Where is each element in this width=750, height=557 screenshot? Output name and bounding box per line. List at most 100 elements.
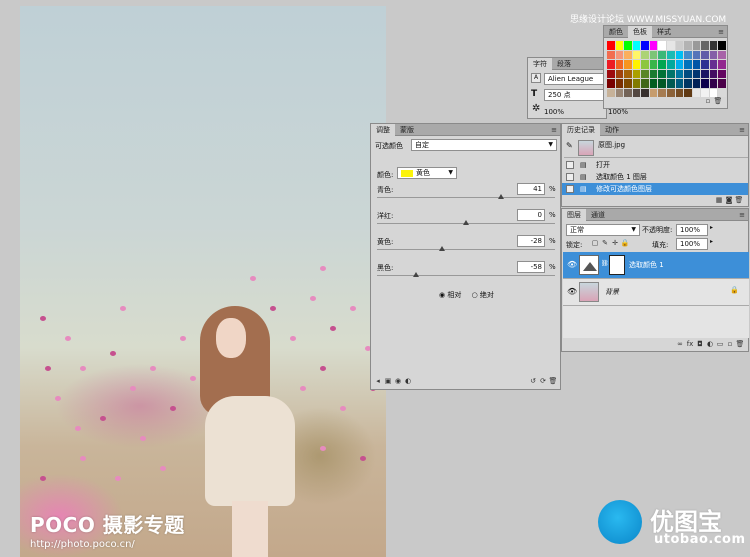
document-canvas[interactable]: POCO 摄影专题 http://photo.poco.cn/	[20, 6, 386, 557]
slider-value-field[interactable]: 41	[517, 183, 545, 195]
lock-all-icon[interactable]: 🔒	[620, 239, 630, 248]
swatch[interactable]	[607, 41, 615, 50]
lock-pixels-icon[interactable]: ✎	[600, 239, 610, 248]
swatch[interactable]	[692, 79, 701, 88]
history-state-checkbox[interactable]	[566, 161, 574, 169]
swatch[interactable]	[624, 60, 632, 69]
color-select[interactable]: 黄色 ▼	[397, 167, 457, 179]
tab-masks[interactable]: 蒙版	[395, 124, 419, 136]
fx-icon[interactable]: fx	[685, 340, 695, 349]
layer-row[interactable]: 👁 ⛓ 选取颜色 1	[563, 252, 749, 279]
swatch[interactable]	[709, 41, 718, 50]
swatch[interactable]	[624, 69, 632, 78]
swatch[interactable]	[667, 69, 675, 78]
delete-icon[interactable]: 🗑	[734, 196, 744, 205]
swatch[interactable]	[615, 69, 624, 78]
panel-menu-icon[interactable]: ≡	[551, 124, 557, 136]
swatch[interactable]	[701, 41, 709, 50]
swatch[interactable]	[658, 41, 666, 50]
swatch[interactable]	[607, 50, 615, 59]
slider-track[interactable]	[377, 275, 555, 276]
eye-icon[interactable]: 👁	[567, 287, 577, 296]
swatch[interactable]	[615, 41, 624, 50]
swatch[interactable]	[649, 41, 658, 50]
swatch-grid[interactable]	[607, 41, 726, 97]
delete-icon[interactable]: 🗑	[735, 340, 745, 349]
swatch[interactable]	[709, 69, 718, 78]
tab-character[interactable]: 字符	[528, 58, 552, 70]
delete-swatch-icon[interactable]: 🗑	[713, 97, 723, 106]
swatch[interactable]	[624, 79, 632, 88]
text-panel-icon[interactable]: A	[531, 73, 541, 83]
swatch[interactable]	[684, 69, 692, 78]
font-family-field[interactable]: Alien League	[544, 73, 606, 85]
swatch[interactable]	[607, 79, 615, 88]
swatch[interactable]	[675, 41, 684, 50]
swatch[interactable]	[624, 50, 632, 59]
swatch[interactable]	[709, 60, 718, 69]
swatch[interactable]	[701, 88, 709, 97]
radio-relative[interactable]: ◉ 相对	[439, 291, 461, 299]
swatch[interactable]	[684, 50, 692, 59]
swatch[interactable]	[641, 88, 649, 97]
swatch[interactable]	[718, 69, 726, 78]
swatch[interactable]	[675, 88, 684, 97]
swatch[interactable]	[701, 69, 709, 78]
history-item[interactable]: ▤ 选取颜色 1 图层	[562, 171, 748, 183]
swatch[interactable]	[667, 79, 675, 88]
slider-thumb[interactable]	[463, 220, 469, 225]
swatch[interactable]	[632, 60, 641, 69]
swatch[interactable]	[675, 60, 684, 69]
tab-layers[interactable]: 图层	[562, 209, 586, 221]
slider-value-field[interactable]: 0	[517, 209, 545, 221]
swatch[interactable]	[709, 79, 718, 88]
swatch[interactable]	[632, 88, 641, 97]
swatch[interactable]	[658, 88, 666, 97]
adjustment-icon[interactable]: ◐	[705, 340, 715, 349]
swatch[interactable]	[658, 60, 666, 69]
swatch[interactable]	[649, 60, 658, 69]
blend-mode-select[interactable]: 正常 ▼	[566, 224, 640, 236]
swatch[interactable]	[632, 50, 641, 59]
panel-menu-icon[interactable]: ≡	[739, 124, 745, 136]
tab-channels[interactable]: 通道	[586, 209, 610, 221]
new-swatch-icon[interactable]: ▫	[703, 97, 713, 106]
lock-position-icon[interactable]: ✛	[610, 239, 620, 248]
history-snapshot[interactable]: ✎ 原图.jpg	[564, 138, 748, 158]
opacity-arrow-icon[interactable]: ▸	[710, 224, 713, 231]
swatch[interactable]	[667, 41, 675, 50]
tab-color[interactable]: 颜色	[604, 26, 628, 38]
swatch[interactable]	[667, 88, 675, 97]
view-previous-icon[interactable]: ◐	[403, 377, 413, 386]
swatch[interactable]	[692, 69, 701, 78]
swatch[interactable]	[667, 50, 675, 59]
swatch[interactable]	[684, 88, 692, 97]
swatch[interactable]	[684, 79, 692, 88]
swatch[interactable]	[718, 79, 726, 88]
delete-icon[interactable]: 🗑	[548, 377, 558, 386]
tab-styles[interactable]: 样式	[652, 26, 676, 38]
swatch[interactable]	[675, 50, 684, 59]
swatch[interactable]	[649, 79, 658, 88]
swatch[interactable]	[701, 79, 709, 88]
panel-menu-icon[interactable]: ≡	[718, 26, 724, 38]
swatch[interactable]	[615, 50, 624, 59]
swatch[interactable]	[709, 50, 718, 59]
back-icon[interactable]: ◂	[373, 377, 383, 386]
slider-track[interactable]	[377, 249, 555, 250]
swatch[interactable]	[641, 50, 649, 59]
history-state-checkbox[interactable]	[566, 173, 574, 181]
fill-arrow-icon[interactable]: ▸	[710, 238, 713, 245]
swatch[interactable]	[615, 60, 624, 69]
swatch[interactable]	[692, 41, 701, 50]
swatch[interactable]	[675, 79, 684, 88]
swatch[interactable]	[615, 88, 624, 97]
camera-icon[interactable]: ◙	[724, 196, 734, 205]
slider-thumb[interactable]	[498, 194, 505, 199]
font-size-field[interactable]: 250 点	[544, 89, 606, 101]
reset-icon[interactable]: ↺	[528, 377, 538, 386]
swatch[interactable]	[684, 60, 692, 69]
swatch[interactable]	[649, 50, 658, 59]
swatch[interactable]	[641, 69, 649, 78]
swatch[interactable]	[658, 50, 666, 59]
